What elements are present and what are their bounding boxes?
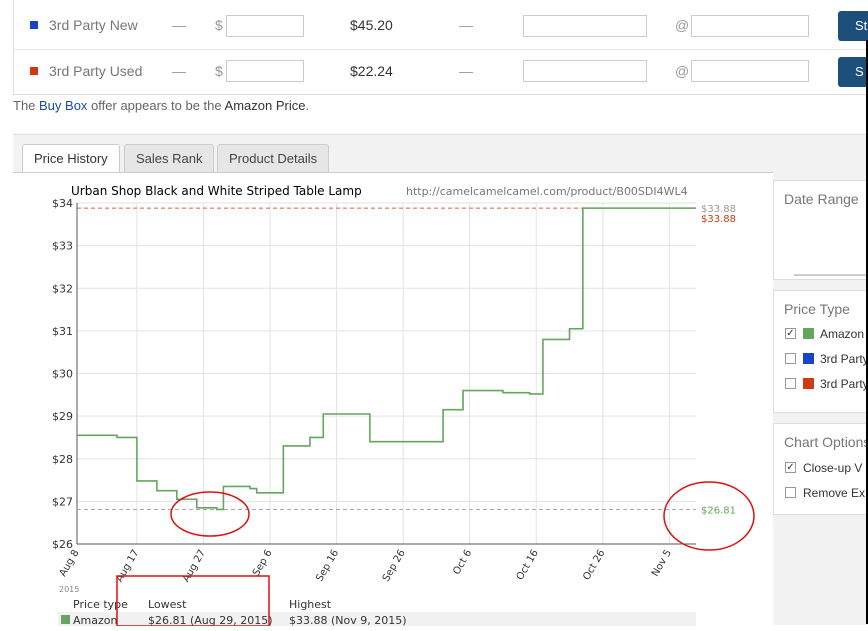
legend-lowest: $26.81 (Aug 29, 2015) [148, 614, 273, 626]
lowest-price-label: $26.81 [701, 505, 736, 516]
offer-label: 3rd Party Used [49, 63, 143, 79]
highest-price-label: $33.88 [701, 214, 736, 225]
y-tick-label: $27 [52, 495, 73, 508]
offer-label: 3rd Party New [49, 17, 138, 33]
y-tick-label: $30 [52, 368, 73, 381]
legend-header: Price type [73, 598, 128, 611]
x-tick-label: Aug 8 [58, 548, 82, 579]
amazon-swatch [803, 328, 814, 339]
x-tick-label: Sep 6 [251, 548, 275, 578]
chart-option-label: Remove Ex [803, 486, 866, 500]
x-tick-label: Aug 17 [114, 548, 141, 584]
chart-options-title: Chart Options [784, 434, 868, 450]
offer-price: $22.24 [350, 63, 393, 79]
offer-dash: — [459, 63, 473, 79]
chart-options-box: Chart Options ✓ Close-up V Remove Ex [773, 423, 868, 515]
price-type-label: 3rd Party [820, 377, 868, 391]
date-range-box: Date Range 1m 3m 6 [773, 180, 868, 301]
tab-product-details[interactable]: Product Details [217, 144, 330, 173]
legend-type: Amazon [73, 614, 117, 626]
remove-extremes-checkbox[interactable] [785, 487, 796, 498]
buy-box-note: The Buy Box offer appears to be the Amaz… [13, 98, 309, 113]
price-type-label: 3rd Party [820, 352, 868, 366]
currency-symbol: $ [215, 63, 223, 79]
third-party-used-swatch [803, 378, 814, 389]
third-party-used-checkbox[interactable] [785, 378, 796, 389]
amazon-checkbox[interactable]: ✓ [785, 328, 796, 339]
y-tick-label: $34 [52, 197, 73, 210]
buy-box-prefix: The [13, 98, 40, 113]
x-tick-label: Aug 27 [181, 548, 208, 584]
price-type-title: Price Type [784, 301, 850, 317]
x-tick-label: Sep 26 [381, 548, 408, 584]
y-tick-label: $28 [52, 453, 73, 466]
start-tracking-button[interactable]: St [838, 11, 868, 41]
legend-amazon-swatch [61, 615, 70, 624]
at-symbol: @ [675, 17, 690, 33]
chart-url: http://camelcamelcamel.com/product/B00SD… [406, 185, 688, 198]
legend-highest: $33.88 (Nov 9, 2015) [289, 614, 407, 626]
chart-area: $34 $33 $32 $31 $30 $29 $28 $27 $26 Aug 8 Aug 17 Au… [13, 172, 773, 627]
offer-price: $45.20 [350, 17, 393, 33]
buy-box-suffix: . [305, 98, 310, 113]
date-range-slider[interactable] [794, 274, 868, 276]
x-tick-label: Oct 16 [515, 548, 541, 582]
y-tick-label: $29 [52, 410, 73, 423]
currency-symbol: $ [215, 17, 223, 33]
desired-price-input[interactable] [226, 15, 304, 37]
x-tick-label: Oct 6 [451, 548, 474, 577]
highlight-circle-low [170, 491, 250, 537]
y-tick-label: $26 [52, 538, 73, 551]
x-tick-label: Nov 5 [650, 548, 674, 579]
price-drop-input[interactable] [523, 15, 647, 37]
buy-box-middle: offer appears to be the [87, 98, 225, 113]
tab-sales-rank[interactable]: Sales Rank [124, 144, 215, 173]
tab-price-history[interactable]: Price History [22, 144, 120, 174]
chart-option-label: Close-up V [803, 461, 863, 475]
start-tracking-button[interactable]: S [838, 57, 868, 87]
legend-header: Lowest [148, 598, 187, 611]
offers-table: 3rd Party New — $ $45.20 — @ St 3rd Part… [13, 0, 868, 95]
buy-box-target: Amazon Price [224, 98, 306, 113]
legend-header: Highest [289, 598, 332, 611]
offer-row-new: 3rd Party New — $ $45.20 — @ St [14, 3, 868, 50]
price-history-panel: Price History Sales Rank Product Details… [13, 134, 868, 627]
price-chart: $34 $33 $32 $31 $30 $29 $28 $27 $26Aug 8 Aug 17 Au… [52, 184, 755, 627]
offer-dash: — [172, 63, 186, 79]
offer-row-used: 3rd Party Used — $ $22.24 — @ S [14, 49, 868, 95]
y-tick-label: $32 [52, 282, 73, 295]
chart-title: Urban Shop Black and White Striped Table… [71, 184, 362, 198]
price-type-box: Price Type ✓ Amazon 3rd Party 3rd Party [773, 290, 868, 413]
chart-year: 2015 [59, 585, 79, 594]
x-tick-label: Sep 16 [314, 548, 341, 584]
email-input[interactable] [691, 15, 809, 37]
third-party-new-swatch [803, 353, 814, 364]
offer-dash: — [459, 17, 473, 33]
date-range-title: Date Range [784, 191, 859, 207]
close-up-checkbox[interactable]: ✓ [785, 462, 796, 473]
price-drop-input[interactable] [523, 60, 647, 82]
third-party-new-checkbox[interactable] [785, 353, 796, 364]
at-symbol: @ [675, 63, 690, 79]
desired-price-input[interactable] [226, 60, 304, 82]
buy-box-link[interactable]: Buy Box [39, 98, 87, 113]
new-color-swatch [30, 21, 38, 29]
used-color-swatch [30, 67, 38, 75]
email-input[interactable] [691, 60, 809, 82]
offer-dash: — [172, 17, 186, 33]
y-tick-label: $31 [52, 325, 73, 338]
price-type-label: Amazon [820, 327, 865, 341]
x-tick-label: Oct 26 [581, 548, 607, 582]
y-tick-label: $33 [52, 240, 73, 253]
